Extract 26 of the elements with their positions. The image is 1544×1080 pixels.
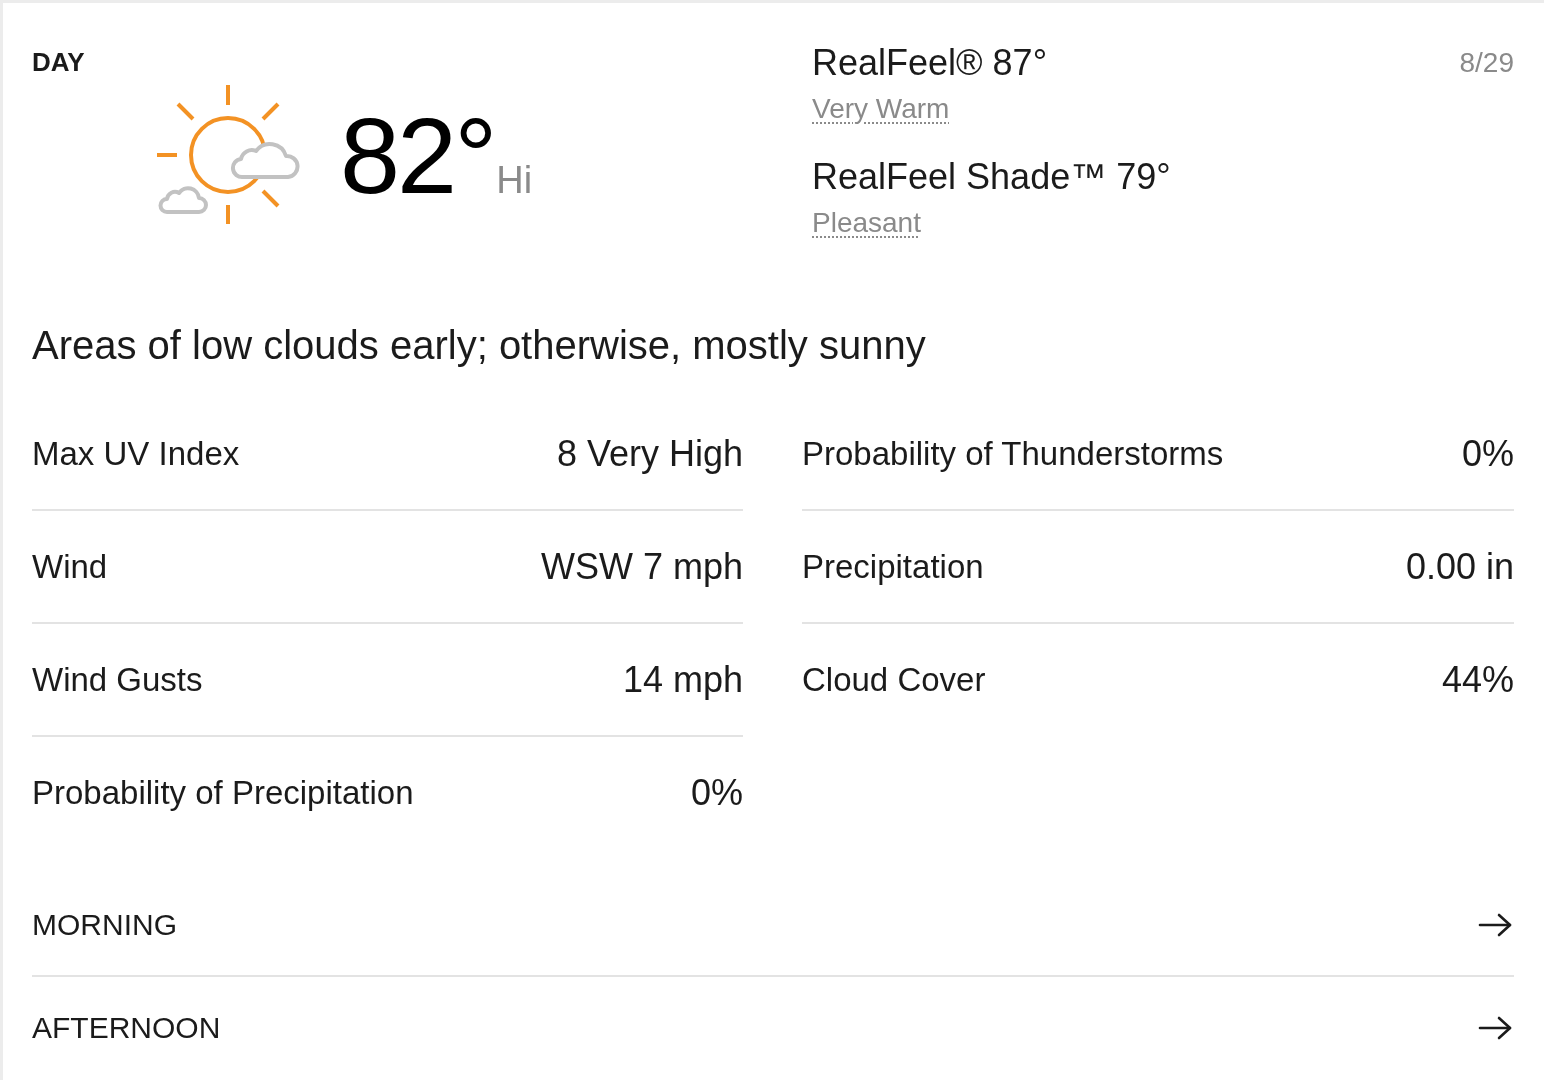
period-link[interactable]: MORNING [32,874,1514,977]
detail-value: 14 mph [622,657,743,702]
detail-value: WSW 7 mph [540,544,743,589]
detail-label: Probability of Precipitation [32,772,414,813]
detail-value: 8 Very High [556,431,743,476]
arrow-right-icon [1478,1015,1512,1040]
day-label: DAY [32,47,85,77]
detail-label: Wind Gusts [32,659,203,700]
partly-sunny-icon [155,83,300,225]
detail-value: 0% [690,770,743,815]
detail-value: 0% [1461,431,1514,476]
detail-label: Precipitation [802,546,984,587]
temperature-suffix: Hi [496,160,533,200]
forecast-phrase: Areas of low clouds early; otherwise, mostly sunny [32,322,926,369]
date-text: 8/29 [1459,46,1514,80]
realfeel-value: RealFeel® 87° [812,41,1048,85]
temperature: 82° [340,101,495,211]
realfeel-value: RealFeel Shade™ 79° [812,155,1171,199]
detail-value: 44% [1441,657,1514,702]
detail-value: 0.00 in [1405,544,1514,589]
arrow-right-icon [1478,912,1512,937]
detail-label: Max UV Index [32,433,240,474]
detail-label: Cloud Cover [802,659,986,700]
detail-label: Wind [32,546,108,587]
detail-label: Probability of Thunderstorms [802,433,1224,474]
period-link[interactable]: AFTERNOON [32,977,1514,1080]
